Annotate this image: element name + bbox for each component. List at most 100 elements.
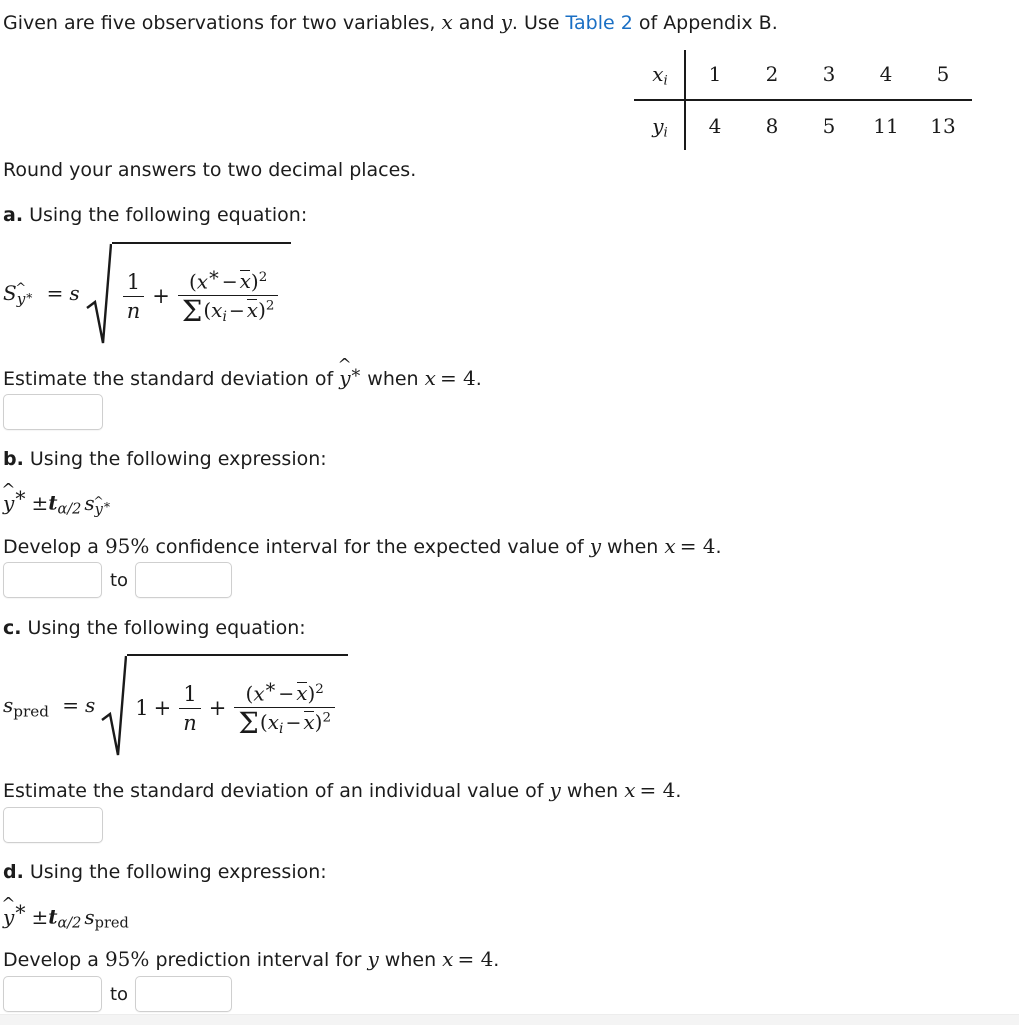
t-subscript: α/2 xyxy=(57,501,82,518)
fraction-denominator: n xyxy=(179,707,201,735)
row-label-y: yi xyxy=(640,114,680,141)
x-value: = 4 xyxy=(639,778,676,802)
part-b-prompt-text: Develop a xyxy=(3,536,105,558)
part-b-expression: ^ y* ±tα/2 s ^ y* xyxy=(1,479,111,518)
part-d-intro: Using the following expression: xyxy=(29,861,327,883)
part-a-prompt-text: Estimate the standard deviation of xyxy=(3,368,340,391)
question-page: Given are five observations for two vari… xyxy=(0,0,1019,1025)
part-d-prompt-text: Develop a xyxy=(3,949,105,971)
part-a-formula: S ^ y* = s 1 n + (x* − x)2 Σ(xi − x)2 xyxy=(3,240,292,348)
cell-x-4: 4 xyxy=(879,62,893,86)
part-b-prompt-end: . xyxy=(715,536,722,558)
formula-c-s-rhs: s xyxy=(85,692,96,717)
observations-table: xi 1 2 3 4 5 yi 4 8 5 11 13 xyxy=(634,50,972,150)
fraction-deviation-term: (x* − x)2 Σ(xi − x)2 xyxy=(234,678,336,737)
part-d-prompt-when: when xyxy=(378,949,443,971)
part-d-prompt: Develop a 95% prediction interval for y … xyxy=(3,947,499,972)
hat-accent-icon: ^ xyxy=(337,355,352,376)
rounding-instruction: Round your answers to two decimal places… xyxy=(3,159,417,181)
star-symbol: * xyxy=(15,487,26,511)
part-d-marker: d. xyxy=(3,861,24,883)
fraction-numerator: (x* − x)2 xyxy=(245,678,324,706)
cell-y-3: 5 xyxy=(822,114,836,138)
formula-a-s: s xyxy=(69,280,80,305)
part-a-answer-input[interactable] xyxy=(3,394,103,430)
var-x-symbol: x xyxy=(664,534,676,558)
hat-accent-icon: ^ xyxy=(15,281,27,297)
part-c-heading: c. Using the following equation: xyxy=(3,616,306,640)
part-d-heading: d. Using the following expression: xyxy=(3,860,327,884)
part-b-intro: Using the following expression: xyxy=(29,448,327,470)
star-symbol: * xyxy=(351,367,361,387)
part-b-heading: b. Using the following expression: xyxy=(3,447,327,471)
s-symbol: s xyxy=(84,904,95,929)
part-d-expression: ^ y* ±tα/2 spred xyxy=(1,893,129,931)
formula-c-s: s xyxy=(3,692,14,717)
part-b-to-label: to xyxy=(110,570,129,591)
var-y-symbol: y xyxy=(367,947,379,971)
intro-sentence: Given are five observations for two vari… xyxy=(3,10,778,35)
intro-var-x: x xyxy=(441,10,453,34)
var-x-symbol: x xyxy=(442,947,454,971)
part-d-answer-upper-input[interactable] xyxy=(135,976,232,1012)
cell-y-1: 4 xyxy=(708,114,722,138)
part-a-prompt-when: when xyxy=(361,368,425,391)
part-b-answer-upper-input[interactable] xyxy=(135,562,232,598)
leading-one: 1 xyxy=(135,696,149,720)
y-hat-symbol: ^ y xyxy=(337,355,352,391)
plus-operator: + xyxy=(153,696,172,720)
part-c-answer-input[interactable] xyxy=(3,807,103,843)
part-c-prompt-text: Estimate the standard deviation of an in… xyxy=(3,780,550,802)
part-b-prompt-mid: confidence interval for the expected val… xyxy=(149,536,590,558)
intro-text-2: and xyxy=(452,12,501,34)
part-a-marker: a. xyxy=(3,204,24,226)
intro-var-y: y xyxy=(500,10,512,34)
part-a-radical: 1 n + (x* − x)2 Σ(xi − x)2 xyxy=(85,242,292,346)
star-symbol: * xyxy=(15,901,26,925)
part-b-prompt: Develop a 95% confidence interval for th… xyxy=(3,534,722,559)
part-d-answer-lower-input[interactable] xyxy=(3,976,102,1012)
x-value: = 4 xyxy=(679,534,716,558)
part-b-answer-lower-input[interactable] xyxy=(3,562,102,598)
row-label-x: xi xyxy=(640,62,680,89)
var-x-symbol: x xyxy=(624,778,636,802)
fraction-denominator: Σ(xi − x)2 xyxy=(177,295,279,325)
part-c-radicand: 1 + 1 n + (x* − x)2 Σ(xi − x)2 xyxy=(127,654,349,758)
plus-operator-2: + xyxy=(208,696,227,720)
fraction-denominator: n xyxy=(122,295,145,323)
intro-text-1: Given are five observations for two vari… xyxy=(3,12,442,34)
fraction-deviation-term: (x* − x)2 Σ(xi − x)2 xyxy=(177,267,279,325)
row-label-y-subscript: i xyxy=(663,125,668,141)
confidence-level: 95% xyxy=(104,947,150,971)
hat-accent-icon: ^ xyxy=(93,494,104,509)
part-d-to-label: to xyxy=(110,984,129,1005)
part-b-prompt-when: when xyxy=(601,536,665,558)
part-c-prompt-end: . xyxy=(675,780,682,802)
cell-x-5: 5 xyxy=(936,62,950,86)
part-c-prompt: Estimate the standard deviation of an in… xyxy=(3,778,681,803)
part-c-radical: 1 + 1 n + (x* − x)2 Σ(xi − x)2 xyxy=(101,654,349,758)
formula-a-S-subscript: ^ y* xyxy=(15,281,33,309)
radical-sign-icon xyxy=(101,654,128,758)
fraction-numerator: 1 xyxy=(126,269,141,294)
fraction-numerator: 1 xyxy=(183,681,197,706)
plus-operator: + xyxy=(152,284,170,308)
confidence-level: 95% xyxy=(104,534,150,558)
cell-x-2: 2 xyxy=(765,62,779,86)
part-c-intro: Using the following equation: xyxy=(27,617,306,639)
part-c-prompt-when: when xyxy=(560,780,625,802)
table-horizontal-rule xyxy=(634,99,972,101)
part-c-formula-lhs: spred = s xyxy=(3,692,95,720)
fraction-denominator: Σ(xi − x)2 xyxy=(234,707,336,737)
cell-x-1: 1 xyxy=(708,62,722,86)
y-hat-symbol: ^ y xyxy=(1,893,16,929)
formula-c-s-subscript: pred xyxy=(13,702,49,721)
y-hat-symbol: ^ y xyxy=(1,479,16,515)
row-label-x-symbol: x xyxy=(652,62,664,86)
part-d-prompt-end: . xyxy=(493,949,500,971)
part-a-prompt-end: . xyxy=(475,368,482,391)
table-2-link[interactable]: Table 2 xyxy=(566,12,633,34)
part-a-radicand: 1 n + (x* − x)2 Σ(xi − x)2 xyxy=(111,242,292,346)
cell-y-2: 8 xyxy=(765,114,779,138)
part-c-formula: spred = s 1 + 1 n + (x* − x)2 Σ(xi − x)2 xyxy=(3,652,349,760)
